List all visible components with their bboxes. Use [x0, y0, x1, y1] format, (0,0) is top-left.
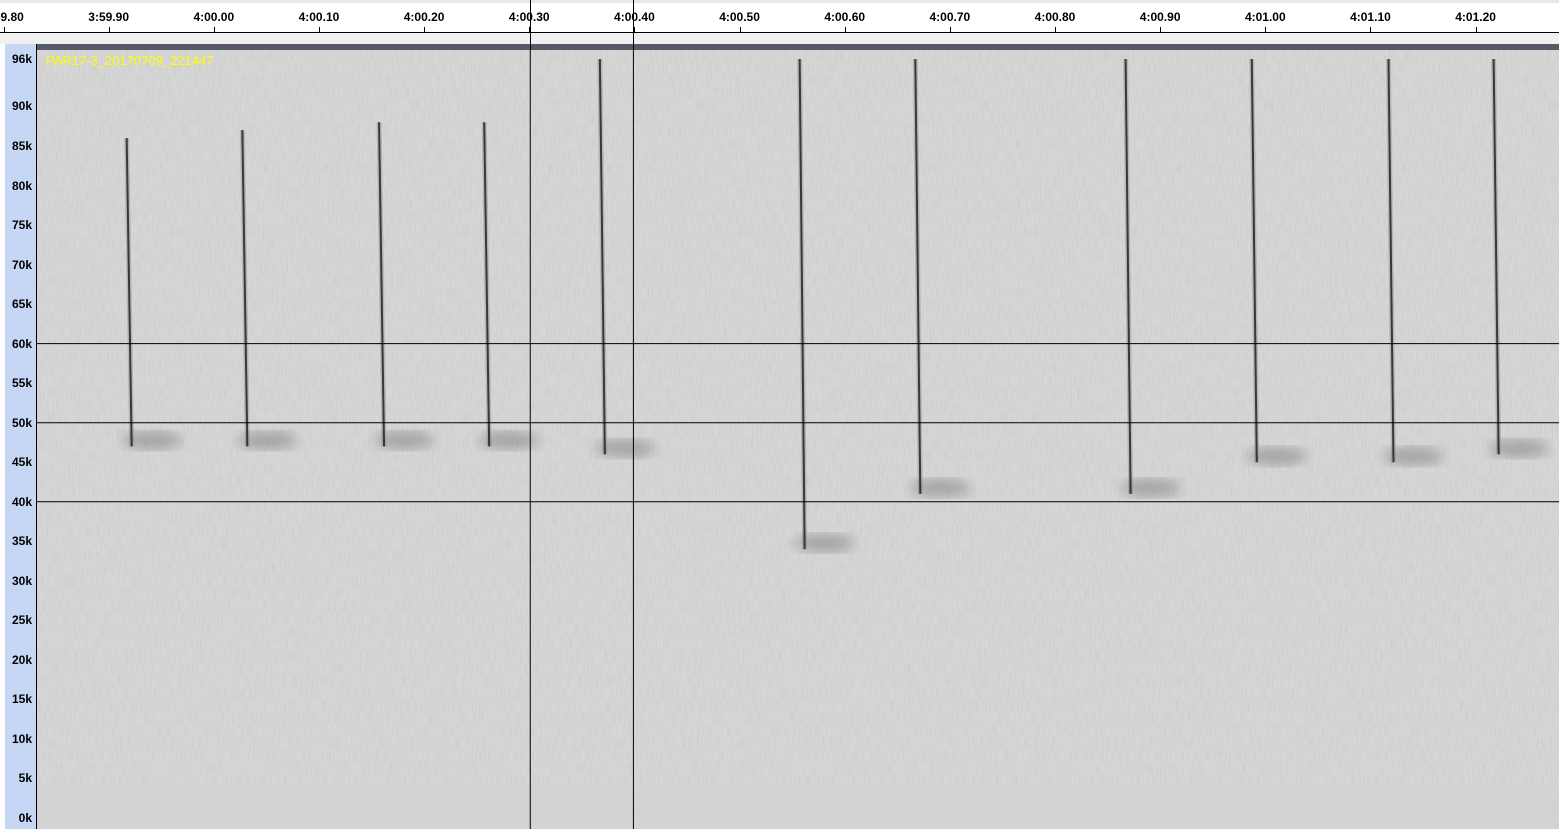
frequency-label: 55k	[11, 376, 32, 391]
frequency-label: 15k	[11, 692, 32, 707]
frequency-label: 30k	[11, 573, 32, 588]
frequency-label: 90k	[11, 99, 32, 114]
time-tick-label: 4:01.10	[1350, 10, 1391, 24]
time-tick-label: 4:00.90	[1139, 10, 1181, 24]
time-tick-label: 4:00.70	[929, 10, 971, 24]
time-tick-label: 4:00.10	[298, 10, 340, 24]
time-tick-label: 4:00.20	[403, 10, 445, 24]
time-tick-label: 4:00.60	[824, 10, 866, 24]
frequency-label: 20k	[11, 652, 32, 667]
selection-boundary-ruler	[530, 0, 532, 50]
frequency-label: 5k	[18, 771, 32, 786]
time-tick-label: 4:00.30	[508, 10, 550, 24]
frequency-label: 50k	[11, 415, 32, 430]
selection-boundary-ruler	[633, 0, 635, 50]
frequency-label: 80k	[11, 178, 32, 193]
time-tick-label: 4:01.20	[1455, 10, 1496, 24]
track-name-label: PAR17-3_20170709_221447	[46, 53, 214, 68]
time-tick-label: 4:00.40	[614, 10, 655, 24]
frequency-label: 35k	[11, 534, 32, 549]
frequency-label: 25k	[11, 613, 32, 628]
frequency-label: 85k	[11, 138, 32, 153]
time-ruler[interactable]: 3:59.80 3:59.90 4:00.00 4:00.10 4:00.20 4:00.…	[0, 0, 1559, 32]
frequency-axis: 96k 90k 85k 80k 75k 70k 65k 60k 55k 50k 45k 40k 35k 3…	[0, 44, 37, 829]
frequency-label: 70k	[11, 257, 32, 272]
frequency-label: 75k	[11, 218, 32, 233]
time-tick-label: 3:59.90	[88, 10, 129, 24]
frequency-label: 96k	[11, 52, 32, 66]
frequency-label: 45k	[11, 455, 32, 470]
ruler-top-strip	[0, 0, 1559, 3]
frequency-axis-edge	[0, 44, 5, 829]
frequency-label: 40k	[11, 494, 32, 509]
frequency-label: 10k	[11, 731, 32, 746]
time-tick-label: 3:59.80	[0, 10, 24, 24]
spectrogram-view[interactable]	[37, 50, 1559, 829]
frequency-label: 60k	[11, 336, 32, 351]
time-tick-label: 4:01.00	[1244, 10, 1286, 24]
frequency-label: 0k	[18, 811, 32, 825]
low-band-quiet	[37, 785, 1559, 829]
time-tick-label: 4:00.50	[719, 10, 760, 24]
frequency-label: 65k	[11, 297, 32, 312]
time-tick-label: 4:00.00	[193, 10, 235, 24]
time-tick-label: 4:00.80	[1034, 10, 1076, 24]
